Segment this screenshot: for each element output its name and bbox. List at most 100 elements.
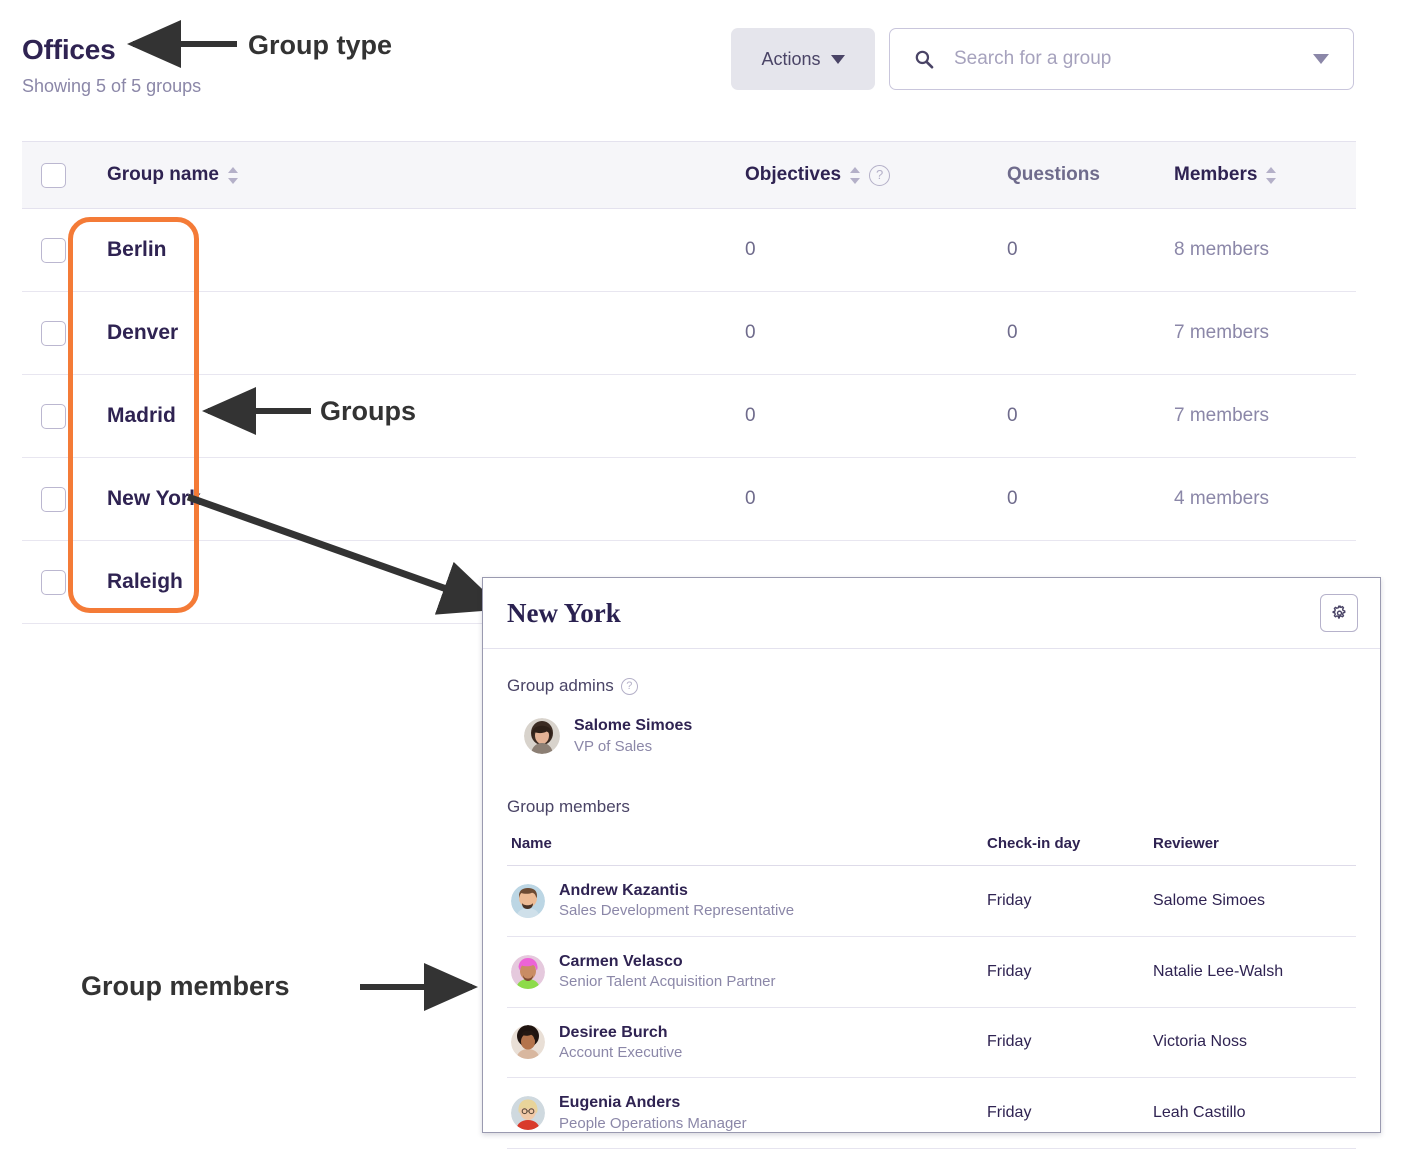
member-checkin: Friday <box>987 1078 1153 1149</box>
cell-objectives: 0 <box>745 405 1007 427</box>
sort-arrows-icon[interactable] <box>1266 167 1276 184</box>
member-name-cell: Eugenia Anders People Operations Manager <box>507 1078 987 1149</box>
cell-questions: 0 <box>1007 488 1174 510</box>
member-text: Eugenia Anders People Operations Manager <box>559 1092 747 1134</box>
table-row[interactable]: Berlin 0 0 8 members <box>22 209 1356 292</box>
member-checkin: Friday <box>987 936 1153 1007</box>
help-circle-icon[interactable]: ? <box>869 165 890 186</box>
column-header-group-name-label: Group name <box>107 164 219 186</box>
members-column-name: Name <box>507 835 987 866</box>
member-role: Senior Talent Acquisition Partner <box>559 972 776 992</box>
gear-icon <box>1330 604 1349 623</box>
admin-name: Salome Simoes <box>574 715 692 737</box>
sort-arrows-icon[interactable] <box>850 167 860 184</box>
group-name-link[interactable]: Raleigh <box>107 570 183 593</box>
member-role: Sales Development Representative <box>559 901 794 921</box>
member-name: Andrew Kazantis <box>559 880 794 902</box>
row-select-cell <box>22 570 85 595</box>
avatar <box>511 1096 545 1130</box>
group-admins-section-label: Group admins ? <box>507 676 1356 696</box>
group-admin-item: Salome Simoes VP of Sales <box>507 715 1356 757</box>
row-checkbox[interactable] <box>41 487 66 512</box>
group-admins-label-text: Group admins <box>507 676 614 696</box>
select-all-checkbox[interactable] <box>41 163 66 188</box>
help-circle-icon[interactable]: ? <box>621 678 638 695</box>
cell-group-name[interactable]: New York <box>85 487 745 511</box>
member-row[interactable]: Desiree Burch Account Executive Friday V… <box>507 1007 1356 1078</box>
member-role: Account Executive <box>559 1043 682 1063</box>
column-header-members-label: Members <box>1174 164 1257 186</box>
cell-members: 8 members <box>1174 239 1356 261</box>
member-name: Desiree Burch <box>559 1022 682 1044</box>
cell-objectives: 0 <box>745 488 1007 510</box>
member-name: Carmen Velasco <box>559 951 776 973</box>
table-row[interactable]: Madrid 0 0 7 members <box>22 375 1356 458</box>
member-reviewer: Victoria Noss <box>1153 1007 1356 1078</box>
actions-button-label: Actions <box>761 49 820 70</box>
row-checkbox[interactable] <box>41 321 66 346</box>
member-name-cell: Andrew Kazantis Sales Development Repres… <box>507 865 987 936</box>
table-row[interactable]: Denver 0 0 7 members <box>22 292 1356 375</box>
annotation-group-type: Group type <box>248 30 392 61</box>
members-column-checkin: Check-in day <box>987 835 1153 866</box>
members-table-header-row: Name Check-in day Reviewer <box>507 835 1356 866</box>
page-title: Offices <box>22 34 116 66</box>
admin-role: VP of Sales <box>574 737 692 757</box>
column-header-objectives-label: Objectives <box>745 164 841 186</box>
group-name-link[interactable]: Berlin <box>107 238 167 261</box>
members-column-reviewer: Reviewer <box>1153 835 1356 866</box>
table-row[interactable]: New York 0 0 4 members <box>22 458 1356 541</box>
search-input[interactable] <box>952 47 1313 71</box>
settings-button[interactable] <box>1320 594 1358 632</box>
group-detail-panel: New York Group admins ? <box>482 577 1381 1133</box>
row-select-cell <box>22 404 85 429</box>
member-reviewer: Salome Simoes <box>1153 865 1356 936</box>
row-select-cell <box>22 321 85 346</box>
groups-table: Group name Objectives ? Questions Member… <box>22 141 1356 624</box>
cell-questions: 0 <box>1007 322 1174 344</box>
results-count-label: Showing 5 of 5 groups <box>22 76 201 97</box>
member-row[interactable]: Carmen Velasco Senior Talent Acquisition… <box>507 936 1356 1007</box>
member-row[interactable]: Andrew Kazantis Sales Development Repres… <box>507 865 1356 936</box>
chevron-down-icon[interactable] <box>1313 54 1329 64</box>
cell-members: 7 members <box>1174 405 1356 427</box>
group-members-section-label: Group members <box>507 797 1356 817</box>
detail-panel-body: Group admins ? Salome Simoes VP <box>483 649 1380 1149</box>
search-icon <box>914 49 934 69</box>
cell-objectives: 0 <box>745 239 1007 261</box>
member-text: Andrew Kazantis Sales Development Repres… <box>559 880 794 922</box>
actions-button[interactable]: Actions <box>731 28 875 90</box>
row-checkbox[interactable] <box>41 238 66 263</box>
member-reviewer: Natalie Lee-Walsh <box>1153 936 1356 1007</box>
row-select-cell <box>22 238 85 263</box>
avatar <box>511 884 545 918</box>
sort-arrows-icon[interactable] <box>228 167 238 184</box>
row-checkbox[interactable] <box>41 404 66 429</box>
group-members-label-text: Group members <box>507 797 630 817</box>
group-name-link[interactable]: Denver <box>107 321 178 344</box>
cell-questions: 0 <box>1007 239 1174 261</box>
annotation-groups: Groups <box>320 396 416 427</box>
chevron-down-icon <box>831 55 845 64</box>
group-name-link[interactable]: Madrid <box>107 404 176 427</box>
member-row[interactable]: Eugenia Anders People Operations Manager… <box>507 1078 1356 1149</box>
member-name: Eugenia Anders <box>559 1092 747 1114</box>
avatar <box>511 1025 545 1059</box>
row-select-cell <box>22 487 85 512</box>
cell-objectives: 0 <box>745 322 1007 344</box>
cell-group-name[interactable]: Berlin <box>85 238 745 262</box>
search-box[interactable] <box>889 28 1354 90</box>
column-header-objectives[interactable]: Objectives ? <box>745 164 1007 186</box>
row-checkbox[interactable] <box>41 570 66 595</box>
table-header-row: Group name Objectives ? Questions Member… <box>22 141 1356 209</box>
cell-group-name[interactable]: Denver <box>85 321 745 345</box>
member-name-cell: Carmen Velasco Senior Talent Acquisition… <box>507 936 987 1007</box>
group-name-link[interactable]: New York <box>107 487 201 510</box>
cell-members: 7 members <box>1174 322 1356 344</box>
member-checkin: Friday <box>987 1007 1153 1078</box>
column-header-members[interactable]: Members <box>1174 164 1356 186</box>
member-reviewer: Leah Castillo <box>1153 1078 1356 1149</box>
app-canvas: Offices Showing 5 of 5 groups Actions Gr… <box>0 0 1416 1166</box>
group-admin-text: Salome Simoes VP of Sales <box>574 715 692 757</box>
column-header-group-name[interactable]: Group name <box>85 164 745 186</box>
